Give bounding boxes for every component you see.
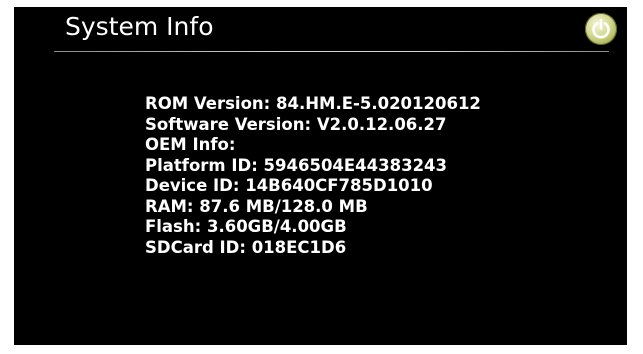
page-title: System Info: [65, 12, 214, 41]
rom-version-text: ROM Version: 84.HM.E-5.020120612: [145, 94, 481, 113]
power-button[interactable]: [585, 13, 617, 45]
title-divider: [54, 51, 609, 52]
device-id-text: Device ID: 14B640CF785D1010: [145, 176, 433, 195]
system-info-screen: System Info ROM Version: 84.HM.E-5.02012…: [14, 7, 627, 345]
software-version-text: Software Version: V2.0.12.06.27: [145, 114, 447, 134]
ram-text: RAM: 87.6 MB/128.0 MB: [145, 196, 368, 216]
sdcard-id-text: SDCard ID: 018EC1D6: [145, 237, 347, 257]
power-icon: [592, 18, 610, 39]
flash-text: Flash: 3.60GB/4.00GB: [145, 217, 347, 236]
system-info-list: ROM Version: 84.HM.E-5.020120612 Softwar…: [145, 94, 481, 258]
oem-info-text: OEM Info:: [145, 135, 236, 154]
platform-id-text: Platform ID: 5946504E44383243: [145, 155, 448, 175]
title-bar: System Info: [14, 7, 627, 51]
